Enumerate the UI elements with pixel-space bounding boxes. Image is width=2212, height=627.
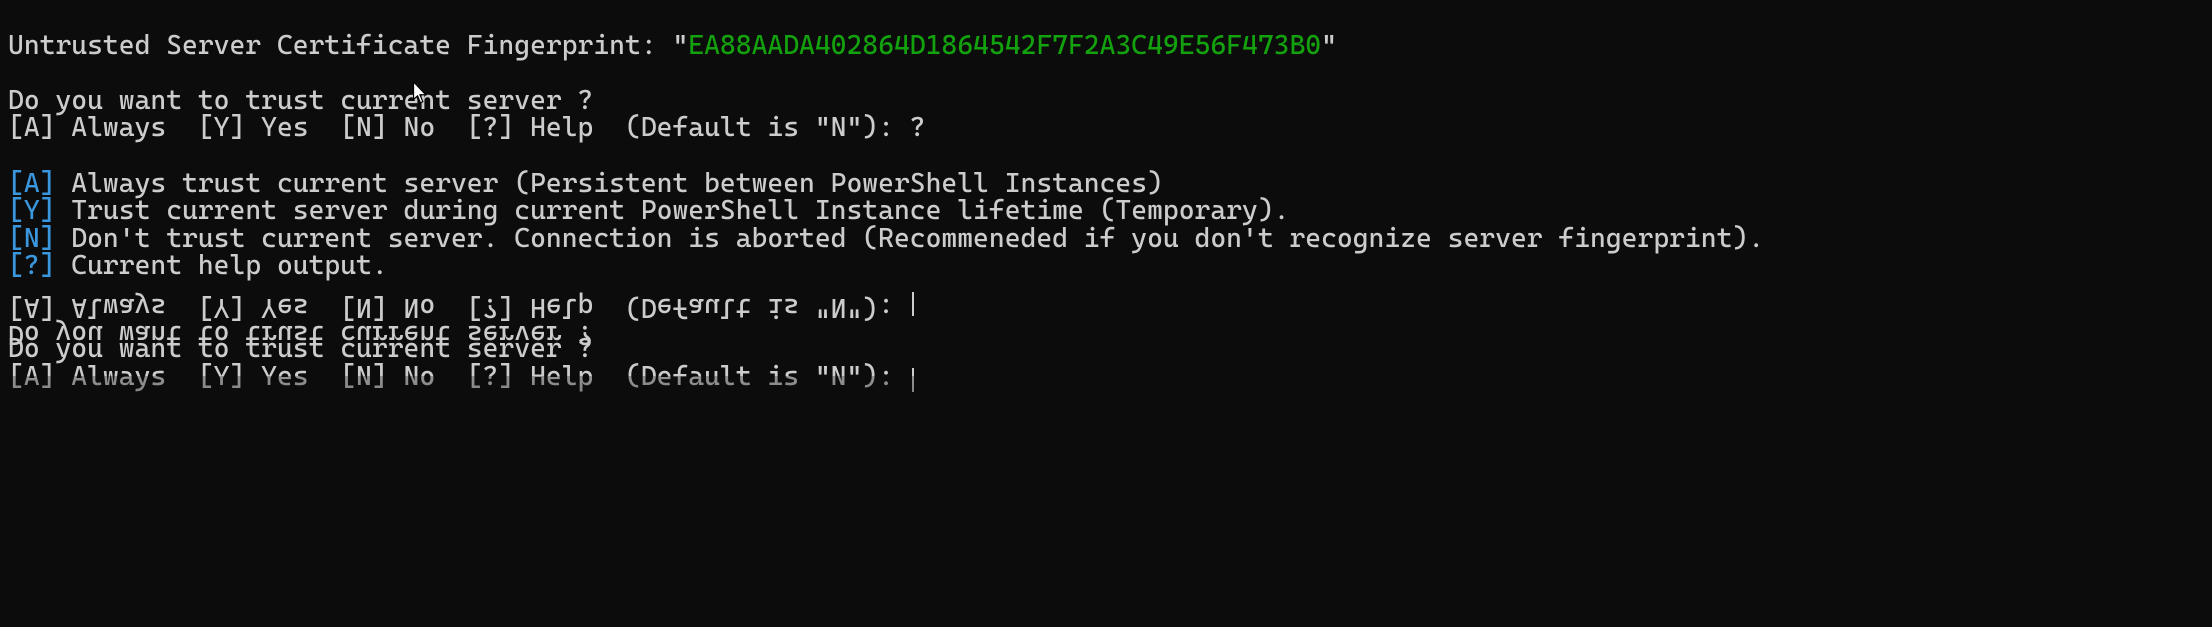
help-key-yes: [Y] <box>8 195 55 226</box>
help-key-help: [?] <box>8 250 55 281</box>
help-text-help: Current help output. <box>55 250 387 281</box>
reflection-question: Do you want to trust current server ? <box>8 319 593 350</box>
reflection-fade <box>0 376 2212 576</box>
fingerprint-label: Untrusted Server Certificate Fingerprint… <box>8 30 672 61</box>
fingerprint-value: EA88AADA402864D1864542F7F2A3C49E56F473B0 <box>688 30 1321 61</box>
help-text-no: Don't trust current server. Connection i… <box>55 223 1764 254</box>
help-text-always: Always trust current server (Persistent … <box>55 168 1162 199</box>
reflection-options: [A] Always [Y] Yes [N] No [?] Help (Defa… <box>8 292 910 323</box>
quote-open: " <box>672 30 688 61</box>
user-input-1: ? <box>910 112 926 143</box>
reflection-cursor <box>912 292 914 316</box>
help-key-always: [A] <box>8 168 55 199</box>
trust-options-1: [A] Always [Y] Yes [N] No [?] Help (Defa… <box>8 112 910 143</box>
help-text-yes: Trust current server during current Powe… <box>55 195 1289 226</box>
quote-close: " <box>1321 30 1337 61</box>
trust-question-1: Do you want to trust current server ? <box>8 85 593 116</box>
help-key-no: [N] <box>8 223 55 254</box>
